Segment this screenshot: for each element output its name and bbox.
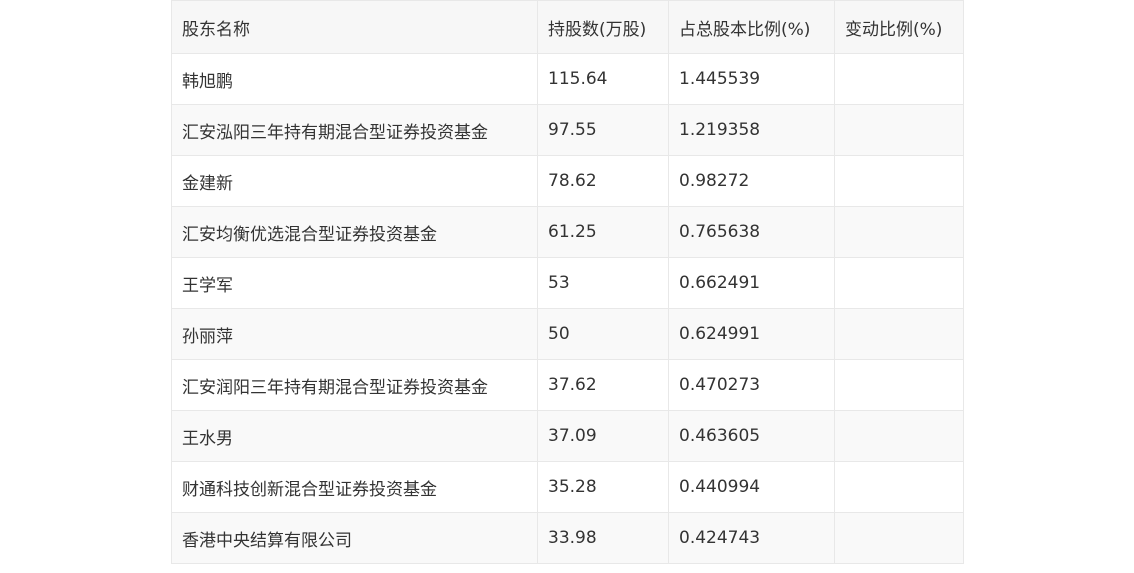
cell-share-ratio: 0.98272 <box>668 155 835 207</box>
cell-share-ratio: 1.445539 <box>668 53 835 105</box>
cell-share-ratio: 0.463605 <box>668 410 835 462</box>
cell-shareholder-name: 金建新 <box>171 155 538 207</box>
cell-change-ratio <box>834 359 964 411</box>
table-row: 汇安均衡优选混合型证券投资基金 61.25 0.765638 <box>171 206 964 258</box>
table-row: 王水男 37.09 0.463605 <box>171 410 964 462</box>
cell-share-ratio: 1.219358 <box>668 104 835 156</box>
cell-change-ratio <box>834 461 964 513</box>
table-row: 韩旭鹏 115.64 1.445539 <box>171 53 964 105</box>
cell-change-ratio <box>834 410 964 462</box>
cell-share-ratio: 0.662491 <box>668 257 835 309</box>
cell-share-ratio: 0.440994 <box>668 461 835 513</box>
shareholder-table-container: 股东名称 持股数(万股) 占总股本比例(%) 变动比例(%) 韩旭鹏 115.6… <box>171 0 964 564</box>
cell-shares-held: 78.62 <box>537 155 669 207</box>
table-header: 股东名称 持股数(万股) 占总股本比例(%) 变动比例(%) <box>171 0 964 54</box>
header-shareholder-name: 股东名称 <box>171 0 538 54</box>
cell-share-ratio: 0.470273 <box>668 359 835 411</box>
cell-change-ratio <box>834 512 964 564</box>
cell-shares-held: 53 <box>537 257 669 309</box>
cell-shares-held: 37.09 <box>537 410 669 462</box>
table-body: 韩旭鹏 115.64 1.445539 汇安泓阳三年持有期混合型证券投资基金 9… <box>171 53 964 564</box>
table-row: 王学军 53 0.662491 <box>171 257 964 309</box>
cell-change-ratio <box>834 104 964 156</box>
header-change-ratio: 变动比例(%) <box>834 0 964 54</box>
cell-shareholder-name: 香港中央结算有限公司 <box>171 512 538 564</box>
cell-change-ratio <box>834 206 964 258</box>
table-row: 金建新 78.62 0.98272 <box>171 155 964 207</box>
cell-shareholder-name: 财通科技创新混合型证券投资基金 <box>171 461 538 513</box>
cell-change-ratio <box>834 155 964 207</box>
cell-shareholder-name: 韩旭鹏 <box>171 53 538 105</box>
cell-shares-held: 115.64 <box>537 53 669 105</box>
table-row: 孙丽萍 50 0.624991 <box>171 308 964 360</box>
table-row: 香港中央结算有限公司 33.98 0.424743 <box>171 512 964 564</box>
cell-change-ratio <box>834 53 964 105</box>
shareholder-table: 股东名称 持股数(万股) 占总股本比例(%) 变动比例(%) 韩旭鹏 115.6… <box>171 0 964 564</box>
table-row: 财通科技创新混合型证券投资基金 35.28 0.440994 <box>171 461 964 513</box>
cell-share-ratio: 0.624991 <box>668 308 835 360</box>
cell-shareholder-name: 汇安泓阳三年持有期混合型证券投资基金 <box>171 104 538 156</box>
cell-change-ratio <box>834 257 964 309</box>
table-row: 汇安泓阳三年持有期混合型证券投资基金 97.55 1.219358 <box>171 104 964 156</box>
cell-shares-held: 35.28 <box>537 461 669 513</box>
cell-shareholder-name: 汇安润阳三年持有期混合型证券投资基金 <box>171 359 538 411</box>
table-row: 汇安润阳三年持有期混合型证券投资基金 37.62 0.470273 <box>171 359 964 411</box>
cell-shareholder-name: 汇安均衡优选混合型证券投资基金 <box>171 206 538 258</box>
cell-shares-held: 33.98 <box>537 512 669 564</box>
cell-shareholder-name: 王水男 <box>171 410 538 462</box>
cell-shareholder-name: 孙丽萍 <box>171 308 538 360</box>
header-shares-held: 持股数(万股) <box>537 0 669 54</box>
cell-shareholder-name: 王学军 <box>171 257 538 309</box>
header-share-ratio: 占总股本比例(%) <box>668 0 835 54</box>
header-row: 股东名称 持股数(万股) 占总股本比例(%) 变动比例(%) <box>171 0 964 54</box>
cell-share-ratio: 0.765638 <box>668 206 835 258</box>
cell-shares-held: 50 <box>537 308 669 360</box>
cell-shares-held: 61.25 <box>537 206 669 258</box>
cell-change-ratio <box>834 308 964 360</box>
cell-shares-held: 97.55 <box>537 104 669 156</box>
cell-shares-held: 37.62 <box>537 359 669 411</box>
cell-share-ratio: 0.424743 <box>668 512 835 564</box>
